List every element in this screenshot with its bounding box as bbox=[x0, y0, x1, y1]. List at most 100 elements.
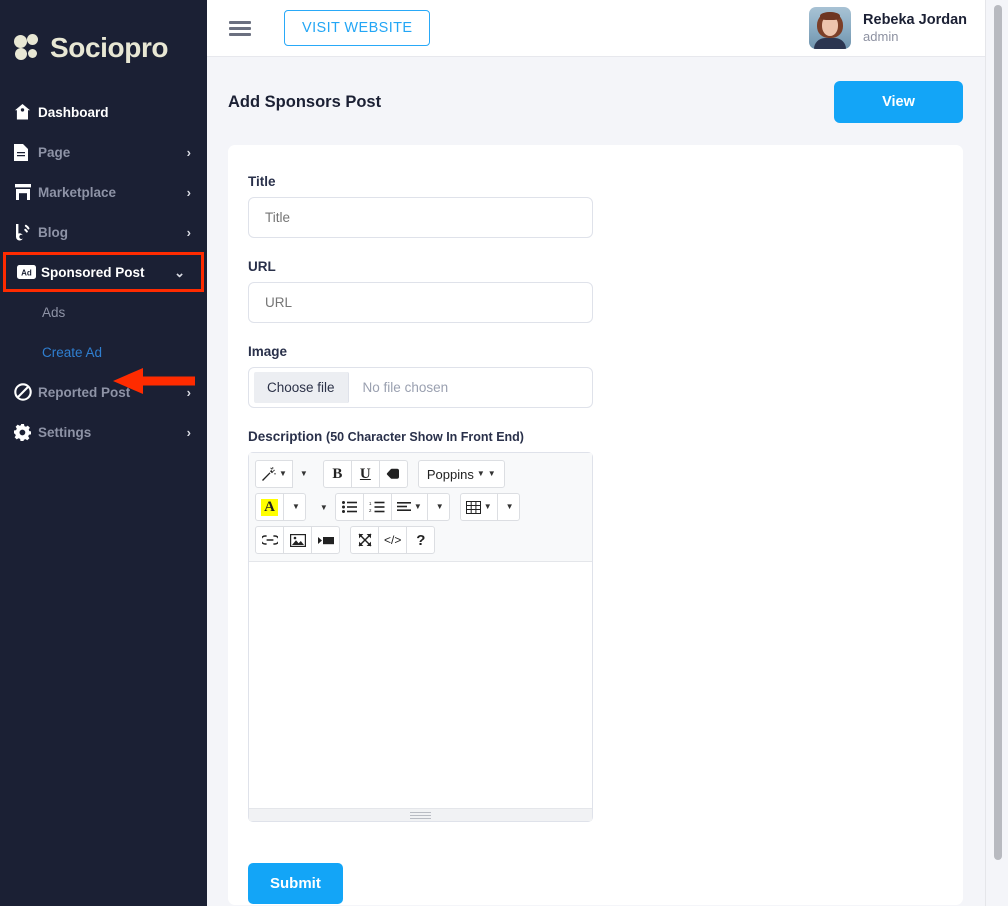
url-field-group: URL bbox=[248, 259, 943, 323]
sidebar-item-label: Marketplace bbox=[38, 184, 117, 200]
chevron-down-icon: ▼ bbox=[435, 502, 444, 511]
submit-button[interactable]: Submit bbox=[248, 863, 343, 904]
user-role: admin bbox=[863, 28, 899, 44]
description-field-group: Description (50 Character Show In Front … bbox=[248, 429, 943, 822]
title-field-group: Title bbox=[248, 174, 943, 238]
chevron-down-icon: ▼ bbox=[279, 469, 287, 478]
chevron-down-icon: ▼ bbox=[299, 469, 308, 478]
sidebar-subitem-label: Create Ad bbox=[42, 344, 103, 360]
chevron-down-icon: ▼ bbox=[505, 502, 514, 511]
table-more-caret[interactable]: ▼ bbox=[496, 493, 520, 521]
font-family-value: Poppins bbox=[426, 466, 474, 482]
avatar bbox=[809, 7, 852, 49]
chevron-right-icon: › bbox=[186, 424, 191, 440]
video-icon[interactable] bbox=[311, 526, 340, 554]
highlight-glyph: A bbox=[261, 498, 278, 516]
numbered-list-icon[interactable]: 1 2 bbox=[362, 493, 392, 521]
sidebar-item-label: Sponsored Post bbox=[41, 264, 145, 280]
sidebar: Sociopro Dashboard Page › Marketplace › bbox=[0, 0, 207, 906]
file-icon bbox=[14, 143, 38, 161]
editor-toolbar: ▼ ▼ B U Poppins ▼ ▼ A ▼ ▼ 1 2 ▼ ▼ ▼ ▼ </… bbox=[249, 453, 592, 562]
fullscreen-icon[interactable] bbox=[350, 526, 379, 554]
chevron-down-icon: ⌄ bbox=[174, 264, 185, 280]
title-input[interactable] bbox=[248, 197, 593, 238]
store-icon bbox=[14, 184, 38, 200]
sidebar-item-sponsored-post[interactable]: Ad Sponsored Post ⌄ bbox=[3, 252, 204, 292]
description-label-text: Description bbox=[248, 429, 323, 444]
chevron-right-icon: › bbox=[186, 184, 191, 200]
sidebar-item-label: Page bbox=[38, 144, 71, 160]
brand-name: Sociopro bbox=[50, 32, 169, 63]
chevron-right-icon: › bbox=[186, 224, 191, 240]
description-hint: (50 Character Show In Front End) bbox=[326, 430, 524, 444]
sidebar-nav: Dashboard Page › Marketplace › Blog › Ad… bbox=[0, 92, 207, 452]
page-header: Add Sponsors Post View bbox=[207, 57, 985, 123]
text-highlight-icon[interactable]: A bbox=[255, 493, 284, 521]
ad-icon: Ad bbox=[17, 265, 41, 279]
extra-caret-icon[interactable]: ▼ bbox=[320, 503, 328, 512]
url-input[interactable] bbox=[248, 282, 593, 323]
scrollbar-thumb[interactable] bbox=[994, 5, 1002, 860]
underline-icon[interactable]: U bbox=[350, 460, 380, 488]
chevron-down-icon: ▼ bbox=[413, 502, 422, 511]
chevron-down-icon-secondary: ▼ bbox=[487, 469, 496, 478]
sidebar-subitem-label: Ads bbox=[42, 304, 66, 320]
hamburger-icon[interactable] bbox=[229, 18, 251, 39]
chevron-down-icon: ▼ bbox=[476, 469, 485, 478]
link-icon[interactable] bbox=[255, 526, 284, 554]
image-icon[interactable] bbox=[283, 526, 312, 554]
view-button[interactable]: View bbox=[834, 81, 963, 123]
block-icon bbox=[14, 383, 38, 401]
align-icon[interactable]: ▼ bbox=[390, 493, 428, 521]
align-more-caret[interactable]: ▼ bbox=[426, 493, 450, 521]
choose-file-button[interactable]: Choose file bbox=[254, 372, 349, 403]
chevron-right-icon: › bbox=[186, 144, 191, 160]
editor-toolbar-row-1: ▼ ▼ B U Poppins ▼ ▼ bbox=[255, 460, 586, 488]
help-icon[interactable]: ? bbox=[406, 526, 436, 554]
bold-icon[interactable]: B bbox=[322, 460, 352, 488]
page-title: Add Sponsors Post bbox=[228, 92, 382, 111]
annotation-arrow-create-ad bbox=[113, 368, 195, 394]
user-profile[interactable]: Rebeka Jordan admin bbox=[809, 7, 967, 49]
visit-website-button[interactable]: VISIT WEBSITE bbox=[284, 10, 431, 46]
home-icon bbox=[14, 104, 38, 120]
url-label: URL bbox=[248, 259, 276, 274]
top-bar: VISIT WEBSITE Rebeka Jordan admin bbox=[207, 0, 985, 57]
sidebar-item-label: Settings bbox=[38, 424, 92, 440]
description-label: Description (50 Character Show In Front … bbox=[248, 429, 943, 444]
magic-wand-more-caret[interactable]: ▼ bbox=[292, 460, 313, 488]
sidebar-subitem-ads[interactable]: Ads bbox=[0, 292, 207, 332]
svg-text:2: 2 bbox=[369, 508, 372, 513]
form-card: Title URL Image Choose file No file chos… bbox=[228, 145, 963, 905]
font-family-select[interactable]: Poppins ▼ ▼ bbox=[417, 460, 505, 488]
rich-text-editor: ▼ ▼ B U Poppins ▼ ▼ A ▼ ▼ 1 2 ▼ ▼ ▼ ▼ </… bbox=[248, 452, 593, 822]
editor-toolbar-row-3: </> ? bbox=[255, 526, 586, 554]
page-scrollbar[interactable] bbox=[985, 0, 1008, 906]
editor-resize-handle[interactable] bbox=[249, 808, 592, 821]
main-content: Add Sponsors Post View Title URL Image C… bbox=[207, 57, 985, 906]
sidebar-item-label: Blog bbox=[38, 224, 68, 240]
editor-toolbar-row-2: A ▼ ▼ 1 2 ▼ ▼ ▼ ▼ bbox=[255, 493, 586, 521]
code-view-icon[interactable]: </> bbox=[378, 526, 408, 554]
sidebar-item-marketplace[interactable]: Marketplace › bbox=[0, 172, 207, 212]
svg-text:1: 1 bbox=[369, 501, 372, 506]
description-editor-body[interactable] bbox=[249, 562, 592, 808]
eraser-icon[interactable] bbox=[378, 460, 408, 488]
text-highlight-caret[interactable]: ▼ bbox=[283, 493, 306, 521]
brand-logo[interactable]: Sociopro bbox=[0, 0, 207, 62]
title-label: Title bbox=[248, 174, 276, 189]
sidebar-item-dashboard[interactable]: Dashboard bbox=[0, 92, 207, 132]
file-status-text: No file chosen bbox=[362, 380, 449, 395]
sociopro-logo-icon bbox=[14, 34, 44, 62]
sidebar-item-settings[interactable]: Settings › bbox=[0, 412, 207, 452]
sidebar-subitem-create-ad[interactable]: Create Ad bbox=[0, 332, 207, 372]
magic-wand-icon[interactable]: ▼ bbox=[255, 460, 293, 488]
sidebar-item-blog[interactable]: Blog › bbox=[0, 212, 207, 252]
sidebar-item-page[interactable]: Page › bbox=[0, 132, 207, 172]
gear-icon bbox=[14, 423, 38, 441]
image-label: Image bbox=[248, 344, 288, 359]
user-name: Rebeka Jordan bbox=[863, 11, 967, 28]
image-file-input[interactable]: Choose file No file chosen bbox=[248, 367, 593, 408]
table-icon[interactable]: ▼ bbox=[459, 493, 498, 521]
bullet-list-icon[interactable] bbox=[334, 493, 364, 521]
